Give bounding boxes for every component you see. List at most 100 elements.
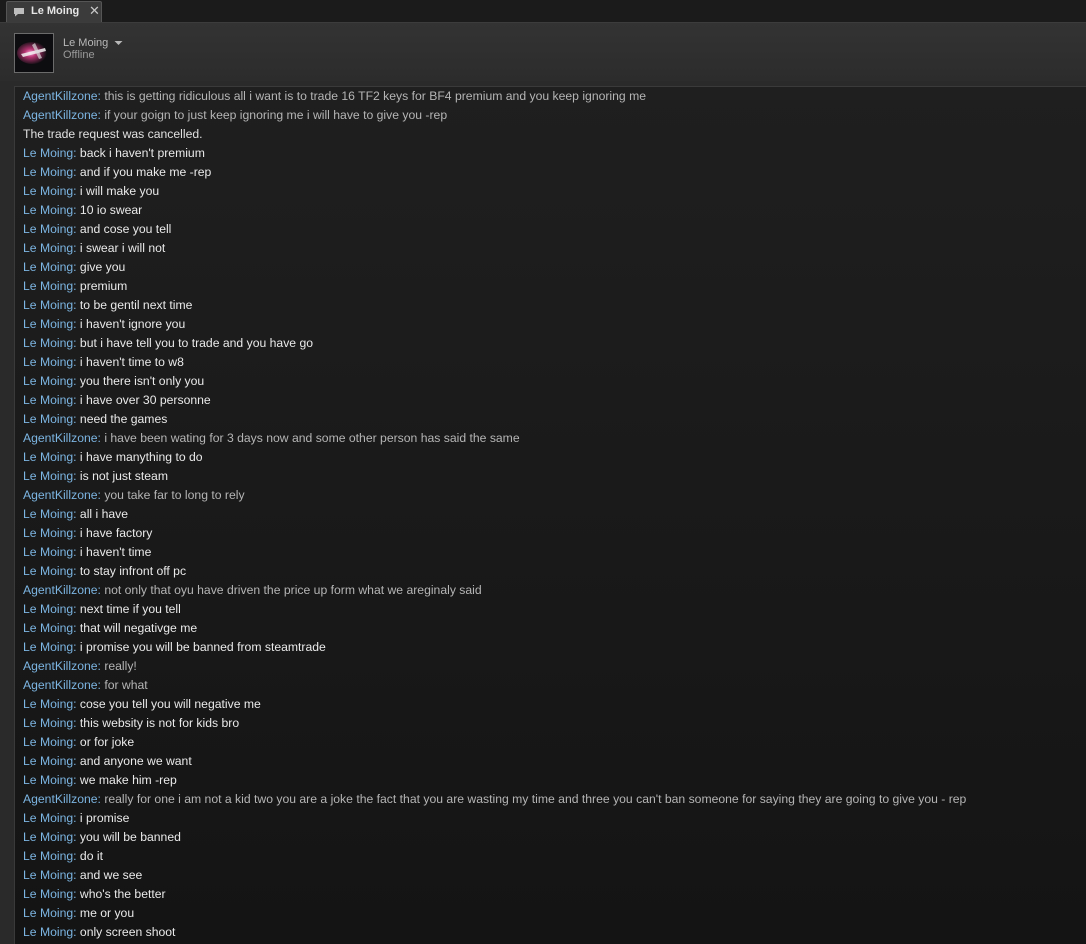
sender-separator: :	[73, 602, 80, 616]
message-text: to stay infront off pc	[79, 564, 187, 578]
message-text: you take far to long to rely	[104, 488, 245, 502]
message-sender: Le Moing	[23, 925, 74, 939]
message-sender: AgentKillzone	[23, 583, 98, 597]
message-sender: Le Moing	[23, 469, 74, 483]
chat-message: Le Moing: i promise	[23, 809, 129, 828]
sender-separator: :	[73, 906, 80, 920]
sender-separator: :	[73, 526, 80, 540]
chat-message: Le Moing: is not just steam	[23, 467, 168, 486]
message-sender: Le Moing	[23, 545, 74, 559]
message-sender: Le Moing	[23, 374, 74, 388]
message-sender: AgentKillzone	[23, 678, 98, 692]
sender-separator: :	[73, 621, 80, 635]
message-sender: Le Moing	[23, 393, 74, 407]
message-text: we make him -rep	[79, 773, 177, 787]
message-sender: AgentKillzone	[23, 659, 98, 673]
message-sender: Le Moing	[23, 222, 74, 236]
chat-message: Le Moing: only screen shoot	[23, 923, 175, 942]
chat-message: Le Moing: i swear i will not	[23, 239, 165, 258]
message-text: who's the better	[79, 887, 166, 901]
sender-separator: :	[73, 754, 80, 768]
message-text: i swear i will not	[79, 241, 166, 255]
message-sender: AgentKillzone	[23, 488, 98, 502]
message-text: for what	[104, 678, 148, 692]
message-sender: Le Moing	[23, 887, 74, 901]
message-text: and cose you tell	[79, 222, 172, 236]
chat-message: Le Moing: that will negativge me	[23, 619, 197, 638]
caret-down-icon[interactable]	[114, 37, 123, 49]
chat-message: Le Moing: all i have	[23, 505, 128, 524]
tab-chat-le-moing[interactable]: Le Moing ✕	[6, 1, 102, 22]
message-text: all i have	[79, 507, 129, 521]
message-sender: Le Moing	[23, 184, 74, 198]
sender-separator: :	[73, 146, 80, 160]
message-text: 10 io swear	[79, 203, 143, 217]
message-text: really for one i am not a kid two you ar…	[104, 792, 967, 806]
chat-message: Le Moing: need the games	[23, 410, 167, 429]
message-text: give you	[79, 260, 126, 274]
message-text: i have manything to do	[79, 450, 203, 464]
sender-separator: :	[73, 203, 80, 217]
message-text: only screen shoot	[79, 925, 176, 939]
friend-name[interactable]: Le Moing	[63, 37, 108, 49]
chat-message: The trade request was cancelled.	[23, 125, 203, 144]
message-text: i have over 30 personne	[79, 393, 211, 407]
message-text: or for joke	[79, 735, 135, 749]
message-text: not only that oyu have driven the price …	[104, 583, 482, 597]
chat-message: Le Moing: i will make you	[23, 182, 159, 201]
message-text: back i haven't premium	[79, 146, 205, 160]
chat-message: AgentKillzone: for what	[23, 676, 148, 695]
message-text: i promise	[79, 811, 130, 825]
message-sender: Le Moing	[23, 450, 74, 464]
sender-separator: :	[73, 393, 80, 407]
chat-message: Le Moing: cose you tell you will negativ…	[23, 695, 261, 714]
message-sender: Le Moing	[23, 526, 74, 540]
message-sender: Le Moing	[23, 697, 74, 711]
message-sender: Le Moing	[23, 241, 74, 255]
message-text: this is getting ridiculous all i want is…	[104, 89, 647, 103]
chat-message: Le Moing: give you	[23, 258, 125, 277]
chat-message: Le Moing: me or you	[23, 904, 134, 923]
message-sender: Le Moing	[23, 298, 74, 312]
chat-message: AgentKillzone: you take far to long to r…	[23, 486, 245, 505]
message-sender: Le Moing	[23, 735, 74, 749]
message-sender: Le Moing	[23, 146, 74, 160]
message-text: cose you tell you will negative me	[79, 697, 261, 711]
message-text: to be gentil next time	[79, 298, 193, 312]
sender-separator: :	[73, 279, 80, 293]
sender-separator: :	[73, 887, 80, 901]
avatar[interactable]	[14, 33, 54, 73]
sender-separator: :	[73, 507, 80, 521]
message-sender: Le Moing	[23, 716, 74, 730]
avatar-image	[15, 34, 53, 72]
message-sender: Le Moing	[23, 507, 74, 521]
chat-message: Le Moing: i haven't time to w8	[23, 353, 184, 372]
message-sender: Le Moing	[23, 564, 74, 578]
message-sender: Le Moing	[23, 640, 74, 654]
message-sender: Le Moing	[23, 906, 74, 920]
sender-separator: :	[73, 735, 80, 749]
chat-message: Le Moing: we make him -rep	[23, 771, 177, 790]
chat-window: Le Moing ✕ Le Moing Offline AgentKillzon…	[0, 0, 1086, 944]
message-text: you there isn't only you	[79, 374, 205, 388]
chat-message: Le Moing: to stay infront off pc	[23, 562, 186, 581]
message-sender: AgentKillzone	[23, 89, 98, 103]
chat-log[interactable]: AgentKillzone: this is getting ridiculou…	[14, 86, 1086, 944]
sender-separator: :	[73, 469, 80, 483]
sender-separator: :	[73, 564, 80, 578]
message-text: and if you make me -rep	[79, 165, 212, 179]
message-text: me or you	[79, 906, 135, 920]
chat-message: Le Moing: or for joke	[23, 733, 134, 752]
message-sender: Le Moing	[23, 412, 74, 426]
sender-separator: :	[73, 716, 80, 730]
chat-message: Le Moing: i have over 30 personne	[23, 391, 211, 410]
sender-separator: :	[73, 868, 80, 882]
sender-separator: :	[73, 184, 80, 198]
message-text: but i have tell you to trade and you hav…	[79, 336, 314, 350]
sender-separator: :	[73, 697, 80, 711]
chat-message: Le Moing: i promise you will be banned f…	[23, 638, 326, 657]
close-icon[interactable]: ✕	[89, 4, 100, 18]
sender-separator: :	[73, 260, 80, 274]
sender-separator: :	[73, 925, 80, 939]
chat-bubble-icon	[14, 8, 24, 17]
